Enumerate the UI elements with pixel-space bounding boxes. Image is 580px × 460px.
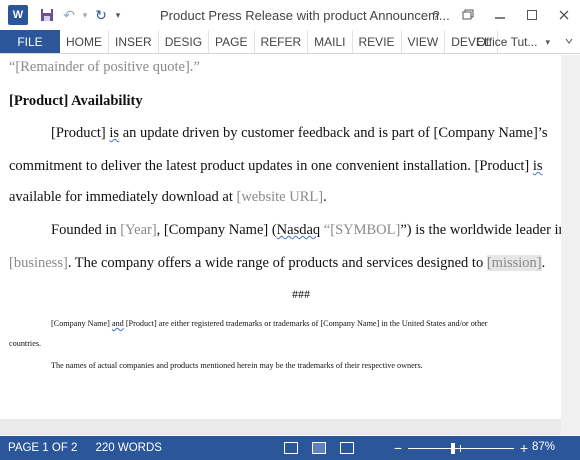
document-area: “[Remainder of positive quote].” [Produc… — [0, 55, 580, 435]
word-icon-letter: W — [12, 9, 24, 21]
zoom-slider-thumb[interactable] — [451, 442, 456, 454]
account-name: Office Tut... — [476, 35, 538, 49]
chevron-down-icon: ▾ — [545, 36, 550, 47]
collapse-ribbon-icon[interactable] — [564, 30, 574, 54]
vertical-scrollbar[interactable] — [561, 55, 580, 435]
mission-placeholder: [mission] — [486, 255, 542, 271]
paragraph-2-line-1: Founded in [Year], [Company Name] (Nasda… — [51, 222, 566, 238]
title-bar: W ↶ ▾ ↻ ▾ Product Press Release with pro… — [0, 0, 580, 30]
tab-mailings[interactable]: MAILI — [308, 30, 353, 53]
tab-file[interactable]: FILE — [0, 30, 60, 53]
redo-icon[interactable]: ↻ — [90, 4, 112, 26]
footnote-line-2: countries. — [9, 339, 42, 348]
zoom-center-tick — [460, 444, 461, 452]
view-buttons — [284, 436, 354, 460]
paragraph-1-line-1: [Product] is an update driven by custome… — [51, 125, 548, 141]
document-page[interactable]: “[Remainder of positive quote].” [Produc… — [0, 55, 566, 419]
tab-home[interactable]: HOME — [60, 30, 109, 53]
tab-insert[interactable]: INSER — [109, 30, 159, 53]
window-title: Product Press Release with product Annou… — [160, 8, 450, 23]
tab-design[interactable]: DESIG — [159, 30, 210, 53]
help-icon[interactable]: ? — [420, 0, 452, 30]
tab-references[interactable]: REFER — [255, 30, 309, 53]
maximize-icon[interactable] — [516, 0, 548, 30]
zoom-control: − + — [392, 436, 530, 460]
quick-access-toolbar: ↶ ▾ ↻ ▾ — [36, 4, 124, 26]
close-icon[interactable] — [548, 0, 580, 30]
footnote-line-3: The names of actual companies and produc… — [51, 361, 423, 370]
web-layout-icon[interactable] — [340, 442, 354, 454]
minimize-icon[interactable] — [484, 0, 516, 30]
footnote-line-1: [Company Name] and [Product] are either … — [51, 319, 488, 328]
zoom-slider[interactable] — [408, 442, 514, 454]
read-mode-icon[interactable] — [284, 442, 298, 454]
print-layout-icon[interactable] — [312, 442, 326, 454]
zoom-out-icon[interactable]: − — [392, 440, 404, 456]
account-menu[interactable]: Office Tut... ▾ — [476, 30, 550, 54]
zoom-percentage[interactable]: 87% — [532, 441, 555, 453]
word-icon[interactable]: W — [8, 5, 28, 25]
section-heading: [Product] Availability — [9, 93, 143, 109]
tab-page-layout[interactable]: PAGE — [209, 30, 255, 53]
word-count[interactable]: 220 WORDS — [95, 442, 161, 454]
zoom-in-icon[interactable]: + — [518, 440, 530, 456]
paragraph-1-line-3: available for immediately download at [w… — [9, 189, 327, 205]
save-icon[interactable] — [36, 4, 58, 26]
page-count[interactable]: PAGE 1 OF 2 — [8, 442, 77, 454]
status-bar: PAGE 1 OF 2 220 WORDS − + 87% — [0, 436, 580, 460]
ribbon-tabs: FILE HOME INSER DESIG PAGE REFER MAILI R… — [0, 30, 580, 54]
paragraph-1-line-2: commitment to deliver the latest product… — [9, 158, 543, 174]
website-url-placeholder: [website URL] — [236, 189, 324, 205]
undo-icon[interactable]: ↶ — [58, 4, 80, 26]
separator: ### — [292, 287, 310, 301]
tab-view[interactable]: VIEW — [402, 30, 446, 53]
quote-line: “[Remainder of positive quote].” — [9, 59, 200, 75]
paragraph-2-line-2: [business]. The company offers a wide ra… — [9, 255, 546, 271]
restore-icon[interactable] — [452, 0, 484, 30]
tab-review[interactable]: REVIE — [353, 30, 402, 53]
customize-qat-icon[interactable]: ▾ — [112, 4, 124, 26]
window-controls: ? — [420, 0, 580, 30]
undo-dropdown-icon[interactable]: ▾ — [80, 4, 90, 26]
